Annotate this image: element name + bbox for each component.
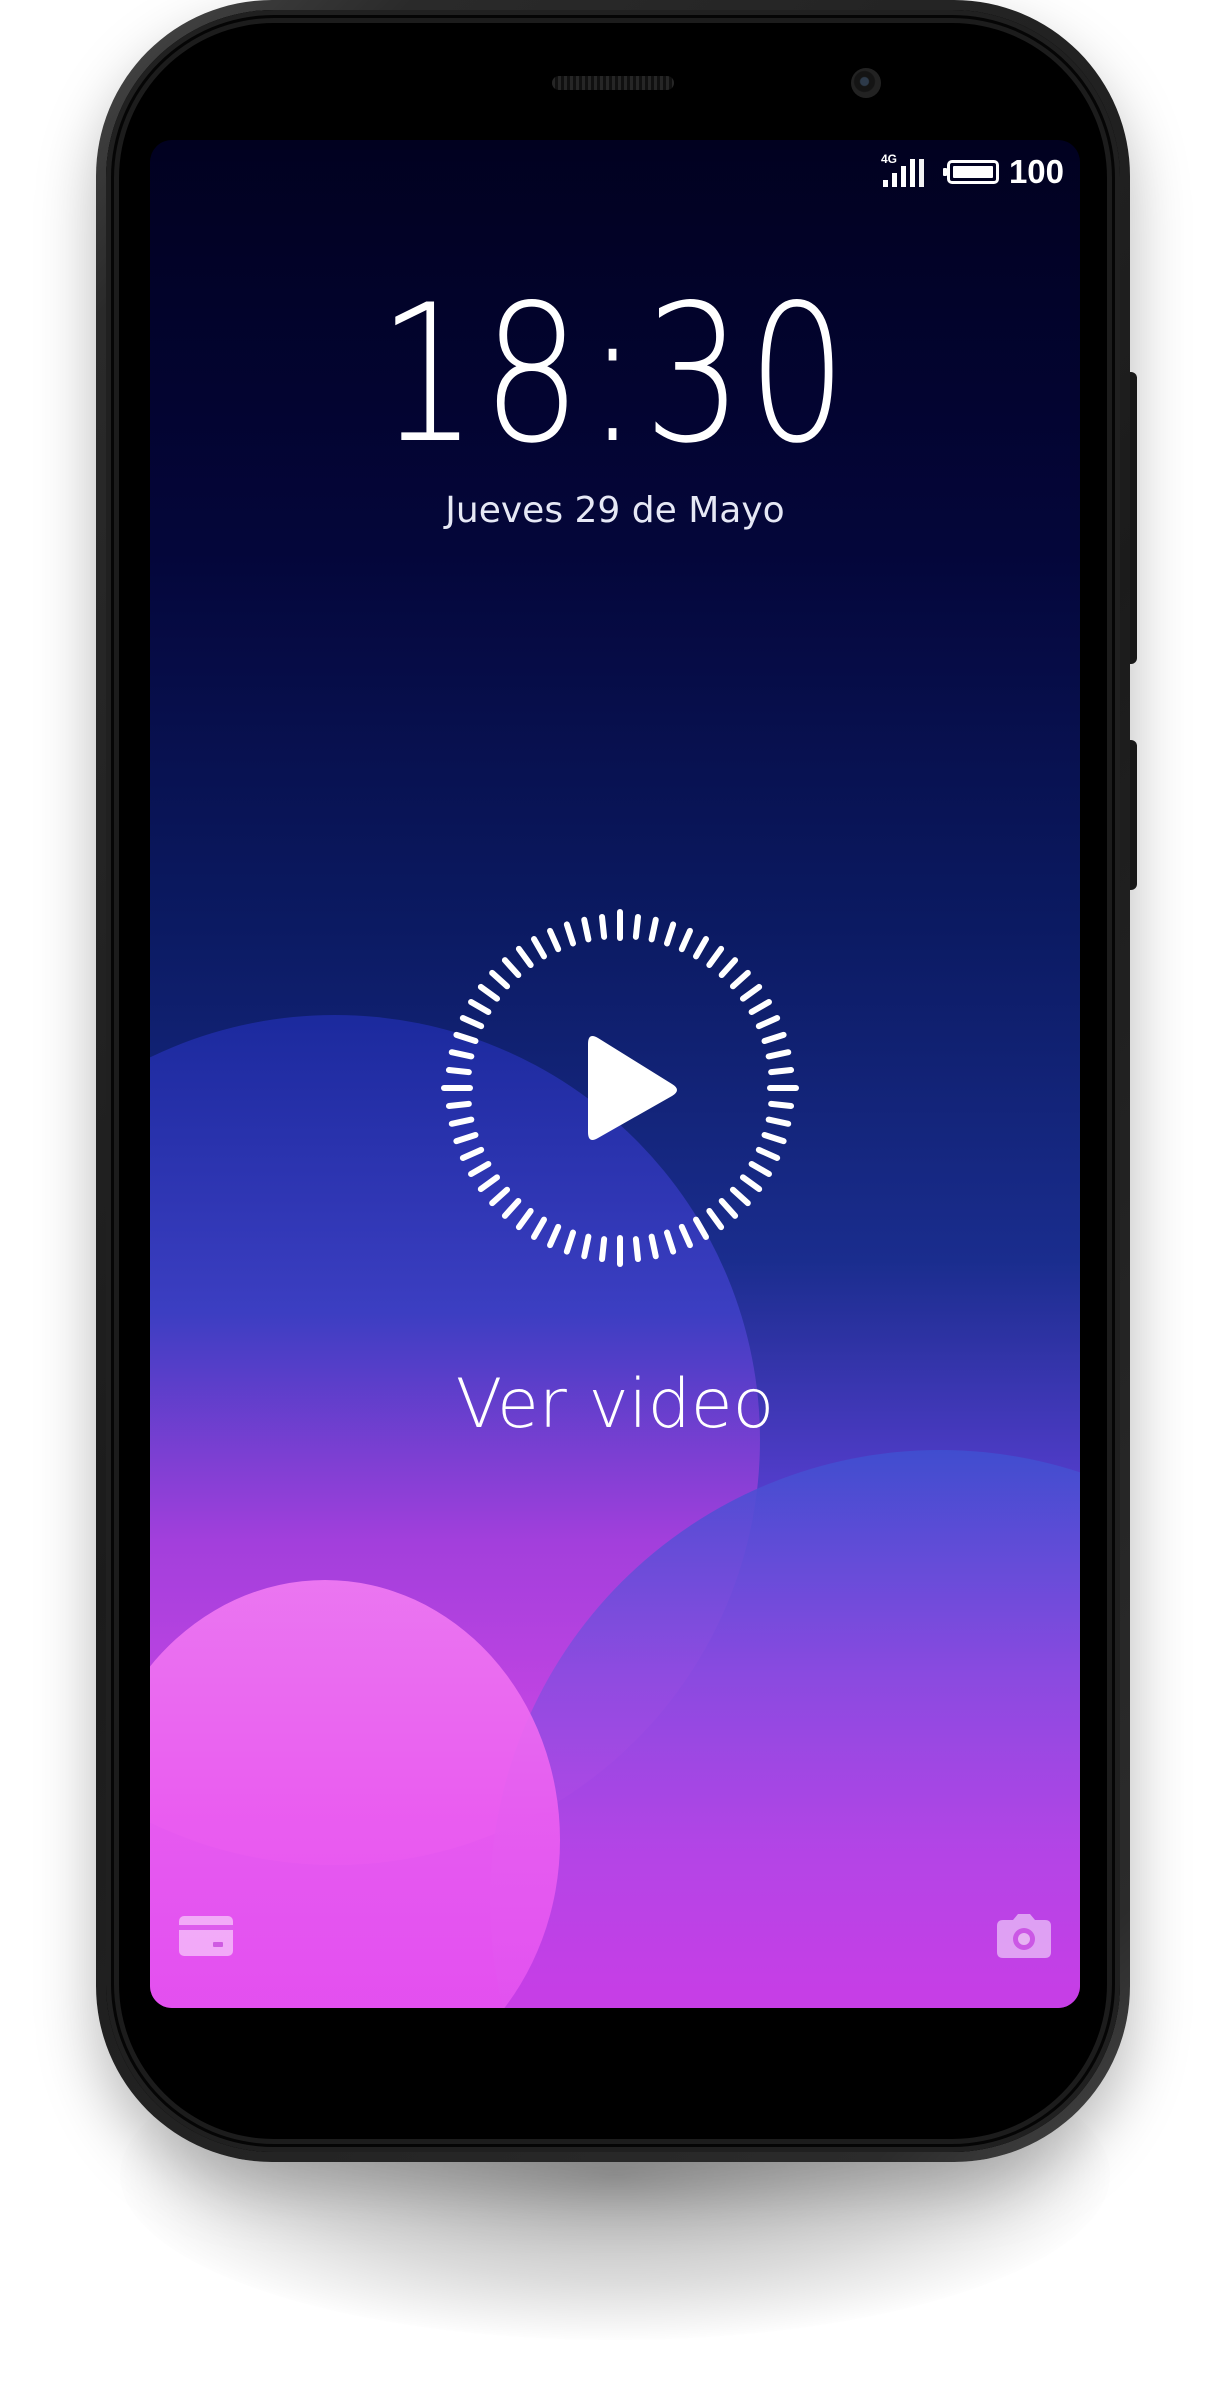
battery-icon [942, 160, 999, 184]
clock-time: 18:30 [378, 264, 852, 485]
network-type-label: 4G [880, 152, 897, 166]
front-camera [851, 68, 881, 98]
clock-date: Jueves 29 de Mayo [445, 490, 785, 531]
play-video-button[interactable] [440, 908, 800, 1268]
earpiece-speaker [552, 76, 674, 90]
play-icon [588, 1036, 677, 1140]
card-wallet-icon[interactable] [177, 1912, 235, 1960]
signal-bars-icon: 4G [880, 152, 929, 189]
lock-screen[interactable]: 4G 100 18:30 Jueves 29 de Mayo Ver video [150, 140, 1080, 2008]
watch-video-label[interactable]: Ver video [150, 1365, 1080, 1444]
status-bar: 4G 100 [880, 152, 1064, 190]
battery-percentage: 100 [1008, 153, 1064, 190]
camera-icon[interactable] [995, 1912, 1053, 1960]
